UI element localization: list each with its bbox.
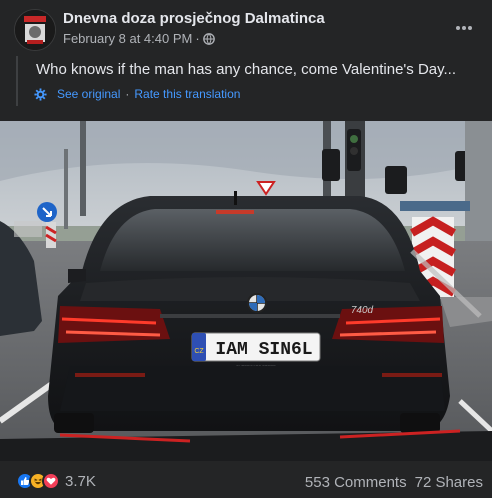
post-meta: February 8 at 4:40 PM · [63, 31, 215, 46]
car-photo-illustration: CZ IAM SIN6L SUPERCARS STORE 740d [0, 121, 492, 461]
translation-row: See original · Rate this translation [34, 87, 240, 101]
reaction-count[interactable]: 3.7K [65, 473, 96, 490]
globe-icon [202, 32, 215, 45]
avatar-image [15, 10, 55, 50]
post-photo[interactable]: CZ IAM SIN6L SUPERCARS STORE 740d [0, 121, 492, 461]
gear-icon [34, 87, 47, 101]
post-text-block: Who knows if the man has any chance, com… [16, 56, 478, 106]
love-icon [42, 472, 60, 490]
comments-count-link[interactable]: 553 Comments [305, 474, 407, 491]
rate-translation-link[interactable]: Rate this translation [134, 87, 240, 101]
see-original-link[interactable]: See original [57, 87, 120, 101]
page-avatar[interactable] [14, 9, 56, 51]
more-horizontal-icon [456, 26, 472, 30]
engagement-counts: 553 Comments 72 Shares [305, 474, 483, 491]
post-text: Who knows if the man has any chance, com… [36, 61, 457, 78]
post-header: Dnevna doza prosječnog Dalmatinca Februa… [0, 0, 492, 56]
license-plate-text: IAM SIN6L [215, 340, 312, 360]
facebook-post: Dnevna doza prosječnog Dalmatinca Februa… [0, 0, 492, 498]
post-footer: 3.7K 553 Comments 72 Shares [0, 461, 492, 498]
meta-separator: · [195, 31, 200, 46]
model-badge-text: 740d [351, 305, 374, 316]
translation-separator: · [125, 87, 130, 101]
page-name-link[interactable]: Dnevna doza prosječnog Dalmatinca [63, 10, 325, 27]
plate-country-text: CZ [194, 348, 204, 355]
reactions-summary[interactable]: 3.7K [16, 472, 96, 490]
shares-count-link[interactable]: 72 Shares [415, 474, 483, 491]
more-options-button[interactable] [450, 14, 478, 42]
post-date[interactable]: February 8 at 4:40 PM [63, 31, 192, 46]
